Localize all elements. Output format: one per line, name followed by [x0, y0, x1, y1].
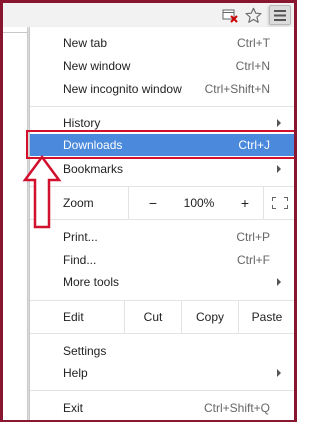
fullscreen-icon — [271, 197, 288, 209]
menu-separator — [30, 106, 294, 107]
edit-row: Edit Cut Copy Paste — [30, 301, 294, 333]
submenu-arrow-icon — [277, 119, 281, 127]
zoom-label: Zoom — [63, 196, 94, 210]
submenu-arrow-icon — [277, 165, 281, 173]
hamburger-menu-icon[interactable] — [269, 5, 291, 25]
menu-separator — [30, 333, 294, 334]
zoom-in-button[interactable]: + — [237, 195, 253, 211]
menu-item-exit[interactable]: Exit Ctrl+Shift+Q — [30, 397, 294, 419]
browser-toolbar — [3, 3, 294, 27]
submenu-arrow-icon — [277, 278, 281, 286]
menu-item-help[interactable]: Help — [30, 362, 294, 384]
paste-button[interactable]: Paste — [238, 301, 295, 333]
menu-item-more-tools[interactable]: More tools — [30, 271, 294, 293]
fullscreen-button[interactable] — [263, 187, 295, 219]
browser-main-menu: New tab Ctrl+T New window Ctrl+N New inc… — [29, 27, 294, 420]
menu-item-find[interactable]: Find... Ctrl+F — [30, 249, 294, 271]
menu-item-history[interactable]: History — [30, 112, 294, 134]
page-blocked-icon[interactable] — [221, 6, 239, 24]
cut-button[interactable]: Cut — [124, 301, 181, 333]
menu-item-new-window[interactable]: New window Ctrl+N — [30, 55, 294, 77]
menu-item-print[interactable]: Print... Ctrl+P — [30, 226, 294, 248]
copy-button[interactable]: Copy — [181, 301, 238, 333]
menu-item-new-incognito-window[interactable]: New incognito window Ctrl+Shift+N — [30, 78, 294, 100]
menu-separator — [30, 390, 294, 391]
zoom-level: 100% — [183, 196, 215, 210]
zoom-row: Zoom − 100% + — [30, 187, 294, 219]
menu-item-new-tab[interactable]: New tab Ctrl+T — [30, 32, 294, 54]
menu-separator — [30, 219, 294, 220]
zoom-out-button[interactable]: − — [145, 195, 161, 211]
zoom-controls: − 100% + — [128, 187, 263, 219]
menu-item-bookmarks[interactable]: Bookmarks — [30, 158, 294, 180]
submenu-arrow-icon — [277, 369, 281, 377]
star-icon[interactable] — [244, 6, 262, 24]
edit-label: Edit — [63, 310, 84, 324]
page-content-strip — [3, 27, 28, 420]
menu-item-downloads[interactable]: Downloads Ctrl+J — [30, 134, 294, 156]
menu-item-settings[interactable]: Settings — [30, 340, 294, 362]
